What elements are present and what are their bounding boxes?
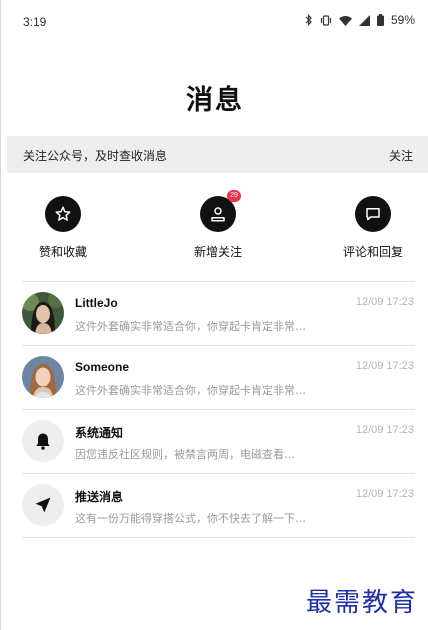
follow-banner[interactable]: 关注公众号，及时查收消息 关注: [7, 136, 428, 173]
status-icons: 59%: [305, 13, 415, 27]
vibrate-icon: [320, 14, 332, 26]
message-preview: 这件外套确实非常适合你，你穿起卡肯定非常…: [75, 384, 306, 397]
banner-text: 关注公众号，及时查收消息: [23, 149, 168, 163]
message-time: 12/09 17:23: [355, 296, 414, 308]
bell-icon: [22, 420, 64, 462]
message-item-push[interactable]: 推送消息 这有一份万能得穿搭公式，你不快去了解一下… 12/09 17:23: [22, 474, 414, 538]
comments-and-replies-button[interactable]: 评论和回复: [323, 196, 423, 260]
status-time: 3:19: [23, 15, 47, 29]
star-icon: [45, 196, 81, 232]
bluetooth-icon: [305, 14, 313, 26]
new-followers-button[interactable]: 29 新增关注: [168, 190, 268, 260]
message-preview: 这有一份万能得穿搭公式，你不快去了解一下…: [75, 512, 306, 525]
message-item-someone[interactable]: Someone 这件外套确实非常适合你，你穿起卡肯定非常… 12/09 17:2…: [22, 346, 414, 410]
avatar: [22, 356, 64, 398]
message-item-system-notice[interactable]: 系统通知 因您违反社区规则，被禁言两周，电磁查看… 12/09 17:23: [22, 410, 414, 474]
person-icon: 29: [200, 190, 241, 232]
message-sender: LittleJo: [75, 296, 118, 310]
message-sender: 推送消息: [75, 490, 124, 504]
message-time: 12/09 17:23: [355, 488, 414, 500]
message-item-littlejo[interactable]: LittleJo 这件外套确实非常适合你，你穿起卡肯定非常… 12/09 17:…: [22, 282, 414, 346]
new-followers-badge: 29: [227, 190, 241, 202]
page-title: 消息: [186, 85, 244, 116]
phone-screen: 3:19 59% 消息 关注公众号，及时查收消息 关注 赞和收藏 29 新增关注…: [0, 0, 428, 630]
wifi-icon: [338, 15, 352, 26]
message-sender: 系统通知: [75, 426, 124, 440]
send-icon: [22, 484, 64, 526]
message-preview: 这件外套确实非常适合你，你穿起卡肯定非常…: [75, 320, 306, 333]
watermark: 最需教育: [305, 588, 418, 618]
comment-icon: [355, 196, 391, 232]
battery-percent: 59%: [390, 13, 415, 27]
message-preview: 因您违反社区规则，被禁言两周，电磁查看…: [75, 448, 295, 461]
message-time: 12/09 17:23: [355, 360, 414, 372]
message-time: 12/09 17:23: [355, 424, 414, 436]
signal-icon: [358, 14, 370, 26]
status-bar: 3:19 59%: [1, 0, 428, 44]
quick-action-label: 赞和收藏: [38, 245, 87, 259]
message-sender: Someone: [75, 360, 130, 374]
follow-button[interactable]: 关注: [389, 147, 413, 164]
avatar: [22, 292, 64, 334]
battery-icon: [376, 14, 384, 26]
quick-action-label: 评论和回复: [342, 245, 403, 259]
likes-and-favorites-button[interactable]: 赞和收藏: [13, 196, 113, 260]
quick-action-label: 新增关注: [193, 245, 242, 259]
divider: [22, 537, 414, 538]
